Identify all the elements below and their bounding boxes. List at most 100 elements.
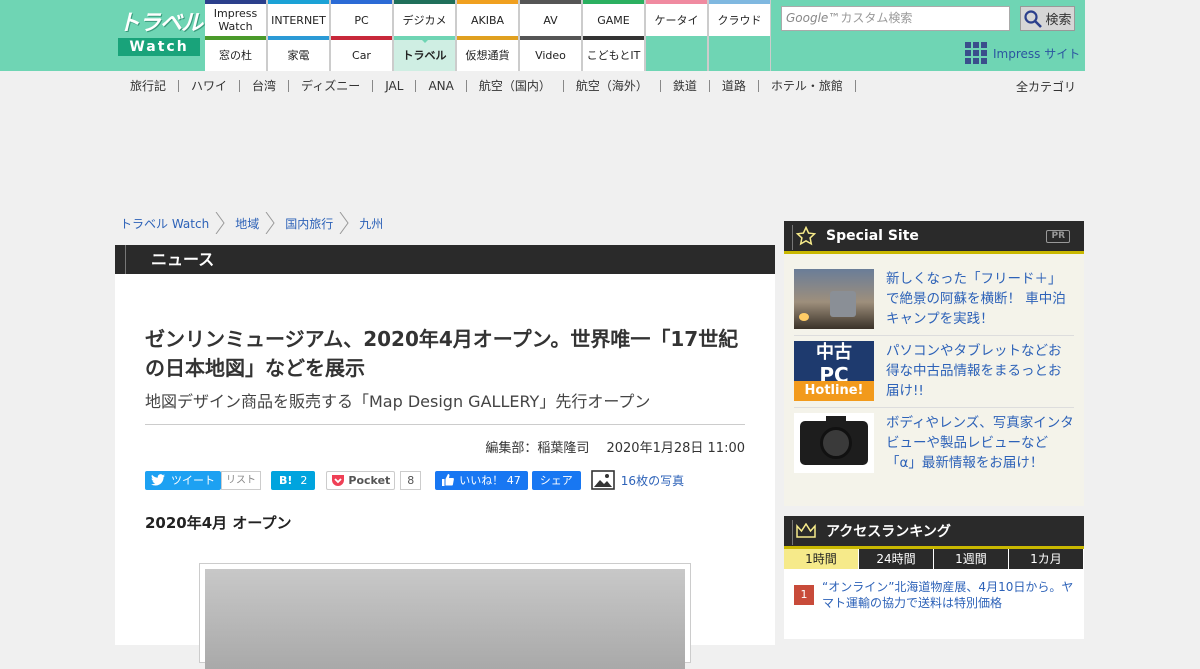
ranking-tab[interactable]: 1週間 bbox=[934, 549, 1009, 569]
category-link[interactable]: ホテル・旅館 bbox=[759, 80, 856, 92]
category-bar: 旅行記 ハワイ 台湾 ディズニー JAL ANA 航空（国内） 航空（海外） 鉄道 道路 ホテル・旅… bbox=[118, 78, 1076, 94]
breadcrumb-link[interactable]: 九州 bbox=[359, 215, 383, 232]
chevron-right-icon bbox=[265, 212, 275, 234]
hatena-bookmark-button[interactable]: B! 2 bbox=[271, 470, 316, 490]
breadcrumb-link[interactable]: 国内旅行 bbox=[285, 215, 333, 232]
twitter-list-button[interactable]: リスト bbox=[221, 470, 261, 490]
site-nav-item[interactable]: PC bbox=[331, 0, 392, 36]
site-nav-item[interactable]: INTERNET bbox=[268, 0, 329, 36]
photo-gallery-link[interactable]: 16枚の写真 bbox=[590, 470, 685, 490]
category-list: 旅行記 ハワイ 台湾 ディズニー JAL ANA 航空（国内） 航空（海外） 鉄道 道路 ホテル・旅… bbox=[118, 80, 856, 92]
site-nav-item[interactable]: GAME bbox=[583, 0, 644, 36]
pocket-count: 8 bbox=[400, 470, 422, 490]
pc-hotline-logo: 中古 PC Hotline! bbox=[794, 341, 874, 401]
category-link[interactable]: 鉄道 bbox=[661, 80, 710, 92]
article-byline: 編集部：稲葉隆司 2020年1月28日 11:00 bbox=[485, 441, 745, 456]
car-camping-thumbnail bbox=[794, 269, 874, 329]
google-brand-label: Google™ bbox=[786, 11, 841, 25]
site-nav-item[interactable]: AKIBA bbox=[457, 0, 518, 36]
ranking-item-title: “オンライン”北海道物産展、4月10日から。ヤマト運輸の協力で送料は特別価格 bbox=[822, 580, 1074, 610]
ranking-tab[interactable]: 24時間 bbox=[859, 549, 934, 569]
crown-icon bbox=[796, 523, 816, 538]
category-link[interactable]: 台湾 bbox=[240, 80, 290, 92]
ranking-header: アクセスランキング bbox=[784, 516, 1084, 549]
article-title: ゼンリンミュージアム、2020年4月オープン。世界唯一「17世紀の日本地図」など… bbox=[145, 327, 739, 380]
logo-text-watch: Watch bbox=[118, 38, 200, 56]
special-site-text: 新しくなった「フリード＋」で絶景の阿蘇を横断！ 車中泊キャンプを実践！ bbox=[886, 271, 1066, 327]
ranking-tab[interactable]: 1時間 bbox=[784, 549, 859, 569]
site-nav-item[interactable]: 家電 bbox=[268, 36, 329, 71]
header-utility-area bbox=[1085, 0, 1200, 71]
pc-hotline-logo-line3: Hotline! bbox=[794, 381, 874, 401]
ranking-item[interactable]: 1 “オンライン”北海道物産展、4月10日から。ヤマト運輸の協力で送料は特別価格 bbox=[792, 579, 1076, 611]
chevron-right-icon bbox=[339, 212, 349, 234]
special-site-item[interactable]: 新しくなった「フリード＋」で絶景の阿蘇を横断！ 車中泊キャンプを実践！ bbox=[794, 264, 1074, 336]
site-nav-item[interactable]: Impress Watch bbox=[205, 0, 266, 36]
logo-text-travel: トラベル bbox=[118, 11, 203, 36]
special-site-item[interactable]: ボディやレンズ、写真家インタビューや製品レビューなど「α」最新情報をお届け！ bbox=[794, 408, 1074, 479]
article-main: ニュース ゼンリンミュージアム、2020年4月オープン。世界唯一「17世紀の日本… bbox=[115, 245, 775, 669]
site-nav-item[interactable]: ケータイ bbox=[646, 0, 707, 36]
ranking-list: 1 “オンライン”北海道物産展、4月10日から。ヤマト運輸の協力で送料は特別価格 bbox=[784, 569, 1084, 639]
search-icon bbox=[1024, 9, 1043, 28]
site-nav-item[interactable]: こどもとIT bbox=[583, 36, 644, 71]
site-nav-item[interactable]: 窓の杜 bbox=[205, 36, 266, 71]
tweet-label: ツイート bbox=[171, 474, 215, 487]
search-placeholder: カスタム検索 bbox=[840, 11, 913, 25]
category-link[interactable]: ANA bbox=[416, 80, 467, 92]
special-site-header: Special Site PR bbox=[784, 221, 1084, 254]
breadcrumb-link[interactable]: 地域 bbox=[235, 215, 259, 232]
ranking-title: アクセスランキング bbox=[826, 524, 951, 540]
breadcrumb: トラベル Watch 地域 国内旅行 九州 bbox=[120, 212, 383, 234]
all-categories-link[interactable]: 全カテゴリ bbox=[1016, 78, 1076, 95]
site-nav-item[interactable]: デジカメ bbox=[394, 0, 455, 36]
site-logo[interactable]: トラベル Watch bbox=[118, 11, 203, 58]
breadcrumb-link[interactable]: トラベル Watch bbox=[120, 215, 209, 232]
hatena-count: 2 bbox=[300, 473, 308, 487]
star-icon bbox=[796, 226, 816, 246]
site-nav-item[interactable]: Video bbox=[520, 36, 581, 71]
site-nav-item[interactable]: AV bbox=[520, 0, 581, 36]
search-button[interactable]: 検索 bbox=[1020, 6, 1075, 31]
site-nav-item[interactable]: 仮想通貨 bbox=[457, 36, 518, 71]
category-link[interactable]: ハワイ bbox=[179, 80, 241, 92]
site-nav-item[interactable]: トラベル bbox=[394, 36, 455, 71]
twitter-bird-icon bbox=[151, 474, 165, 486]
category-link[interactable]: 道路 bbox=[710, 80, 759, 92]
pocket-button[interactable]: Pocket bbox=[326, 470, 396, 490]
special-site-item[interactable]: 中古 PC Hotline! パソコンやタブレットなどお得な中古品情報をまるっと… bbox=[794, 336, 1074, 408]
ranking-tab[interactable]: 1カ月 bbox=[1009, 549, 1084, 569]
network-site-nav: Impress Watch INTERNET PC デジカメ AKIBA AV GAME ケー… bbox=[205, 0, 771, 71]
category-link[interactable]: 航空（国内） bbox=[467, 80, 564, 92]
category-link[interactable]: ディズニー bbox=[289, 80, 374, 92]
category-link[interactable]: JAL bbox=[373, 80, 417, 92]
nav-empty-cell bbox=[709, 36, 770, 71]
search-button-label: 検索 bbox=[1045, 13, 1072, 28]
social-buttons: ツイート リスト B! 2 Pocket 8 いいね！ 47 シェア 16枚の写… bbox=[145, 470, 684, 490]
article-heading: 2020年4月 オープン bbox=[145, 514, 292, 532]
site-nav-item[interactable]: クラウド bbox=[709, 0, 770, 36]
nav-empty-cell bbox=[646, 36, 707, 71]
impress-site-link[interactable]: Impress サイト bbox=[965, 42, 1080, 64]
category-link[interactable]: 旅行記 bbox=[118, 80, 180, 92]
thumbs-up-icon bbox=[442, 474, 455, 486]
pr-badge: PR bbox=[1046, 230, 1070, 243]
site-nav-item[interactable]: Car bbox=[331, 36, 392, 71]
app-grid-icon bbox=[965, 42, 987, 64]
facebook-share-button[interactable]: シェア bbox=[531, 470, 581, 490]
search-input[interactable]: Google™カスタム検索 bbox=[781, 6, 1010, 31]
photo-icon bbox=[590, 470, 615, 490]
tweet-button[interactable]: ツイート bbox=[145, 470, 221, 490]
photo-count-label: 16枚の写真 bbox=[620, 473, 685, 488]
rank-badge: 1 bbox=[794, 585, 814, 605]
facebook-like-button[interactable]: いいね！ 47 bbox=[435, 470, 528, 490]
divider bbox=[145, 424, 745, 425]
ranking-tabs: 1時間 24時間 1週間 1カ月 bbox=[784, 549, 1084, 569]
special-site-text: パソコンやタブレットなどお得な中古品情報をまるっとお届け!! bbox=[886, 343, 1062, 399]
impress-site-label: Impress サイト bbox=[993, 46, 1081, 61]
article-photo[interactable] bbox=[199, 563, 691, 669]
special-site-list: 新しくなった「フリード＋」で絶景の阿蘇を横断！ 車中泊キャンプを実践！ 中古 P… bbox=[784, 254, 1084, 506]
article-photo-image bbox=[205, 569, 685, 669]
category-link[interactable]: 航空（海外） bbox=[564, 80, 661, 92]
pc-hotline-logo-line1: 中古 bbox=[816, 342, 852, 363]
